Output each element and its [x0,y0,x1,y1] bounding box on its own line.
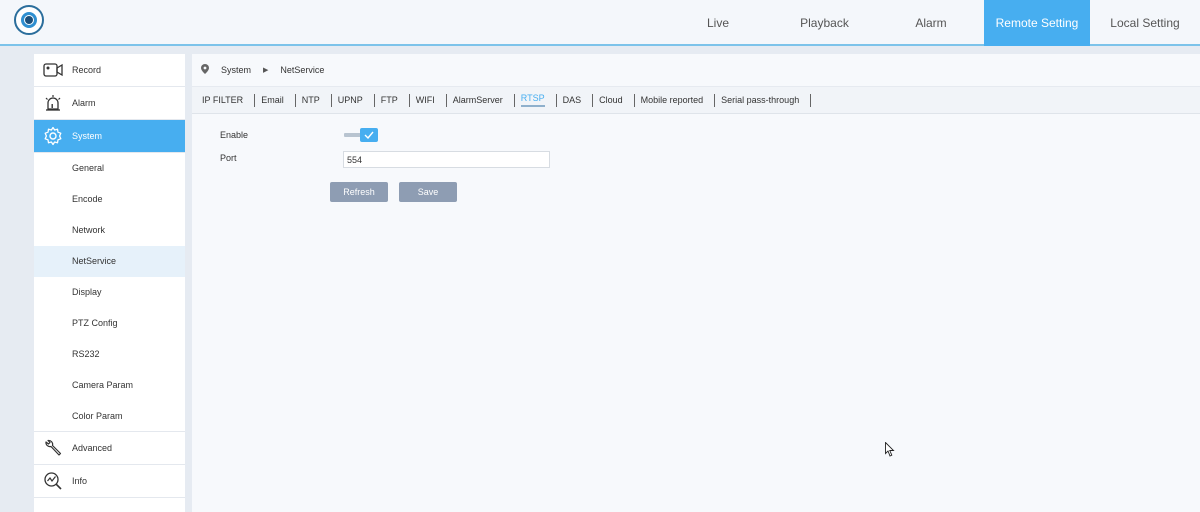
sidebar-subitem-display[interactable]: Display [34,277,185,308]
sidebar-item-info[interactable]: Info [34,465,185,498]
sidebar-item-advanced[interactable]: Advanced [34,432,185,465]
info-search-icon [34,471,72,491]
main-panel: System ▶ NetService IP FILTER Email NTP … [192,54,1200,512]
nav-playback[interactable]: Playback [771,0,878,46]
sidebar-subitem-rs232[interactable]: RS232 [34,339,185,370]
breadcrumb-current: NetService [280,65,325,75]
sidebar-item-system[interactable]: System [34,120,185,153]
gear-icon [34,126,72,146]
refresh-button[interactable]: Refresh [330,182,388,202]
tab-mobile-reported[interactable]: Mobile reported [635,87,716,113]
save-button[interactable]: Save [399,182,457,202]
mouse-cursor-icon [885,441,895,462]
sidebar-item-record[interactable]: Record [34,54,185,87]
tab-cloud[interactable]: Cloud [593,87,635,113]
caret-right-icon: ▶ [263,67,269,74]
netservice-tabs: IP FILTER Email NTP UPNP FTP WIFI AlarmS… [192,87,1200,114]
enable-toggle[interactable] [344,128,382,142]
sidebar: Record Alarm System General Encode Netwo… [34,54,185,512]
sidebar-item-label: Alarm [72,98,96,108]
sidebar-item-alarm[interactable]: Alarm [34,87,185,120]
sidebar-item-label: Info [72,476,88,486]
tab-rtsp[interactable]: RTSP [515,87,557,113]
nav-remote-setting[interactable]: Remote Setting [984,0,1090,46]
tab-das[interactable]: DAS [557,87,594,113]
sidebar-subitem-encode[interactable]: Encode [34,184,185,215]
breadcrumb-root[interactable]: System [221,65,251,75]
tab-ip-filter[interactable]: IP FILTER [196,87,256,113]
tab-serial-pass-through[interactable]: Serial pass-through [715,87,812,113]
tab-ftp[interactable]: FTP [375,87,410,113]
sidebar-item-label: System [72,131,103,141]
camera-eye-logo-icon [14,5,44,35]
sidebar-subitem-general[interactable]: General [34,153,185,184]
wrench-icon [34,438,72,458]
nav-local-setting[interactable]: Local Setting [1090,0,1200,46]
sidebar-subitem-camera-param[interactable]: Camera Param [34,370,185,401]
sidebar-subitem-netservice[interactable]: NetService [34,246,185,277]
tab-wifi[interactable]: WIFI [410,87,447,113]
tab-ntp[interactable]: NTP [296,87,332,113]
nav-live[interactable]: Live [665,0,771,46]
sidebar-item-label: Record [72,65,102,75]
tab-email[interactable]: Email [255,87,296,113]
camera-icon [34,63,72,77]
tab-alarmserver[interactable]: AlarmServer [447,87,515,113]
sidebar-subitem-network[interactable]: Network [34,215,185,246]
siren-icon [34,94,72,112]
enable-label: Enable [220,130,249,140]
port-input[interactable] [343,151,550,168]
checkmark-icon [360,128,378,142]
top-header: Live Playback Alarm Remote Setting Local… [0,0,1200,46]
breadcrumb: System ▶ NetService [192,54,1200,87]
top-nav: Live Playback Alarm Remote Setting Local… [665,0,1200,46]
tab-upnp[interactable]: UPNP [332,87,375,113]
sidebar-subitem-ptz-config[interactable]: PTZ Config [34,308,185,339]
nav-alarm[interactable]: Alarm [878,0,984,46]
sidebar-subitem-color-param[interactable]: Color Param [34,401,185,432]
location-pin-icon [201,64,209,76]
port-label: Port [220,153,237,163]
sidebar-item-label: Advanced [72,443,113,453]
